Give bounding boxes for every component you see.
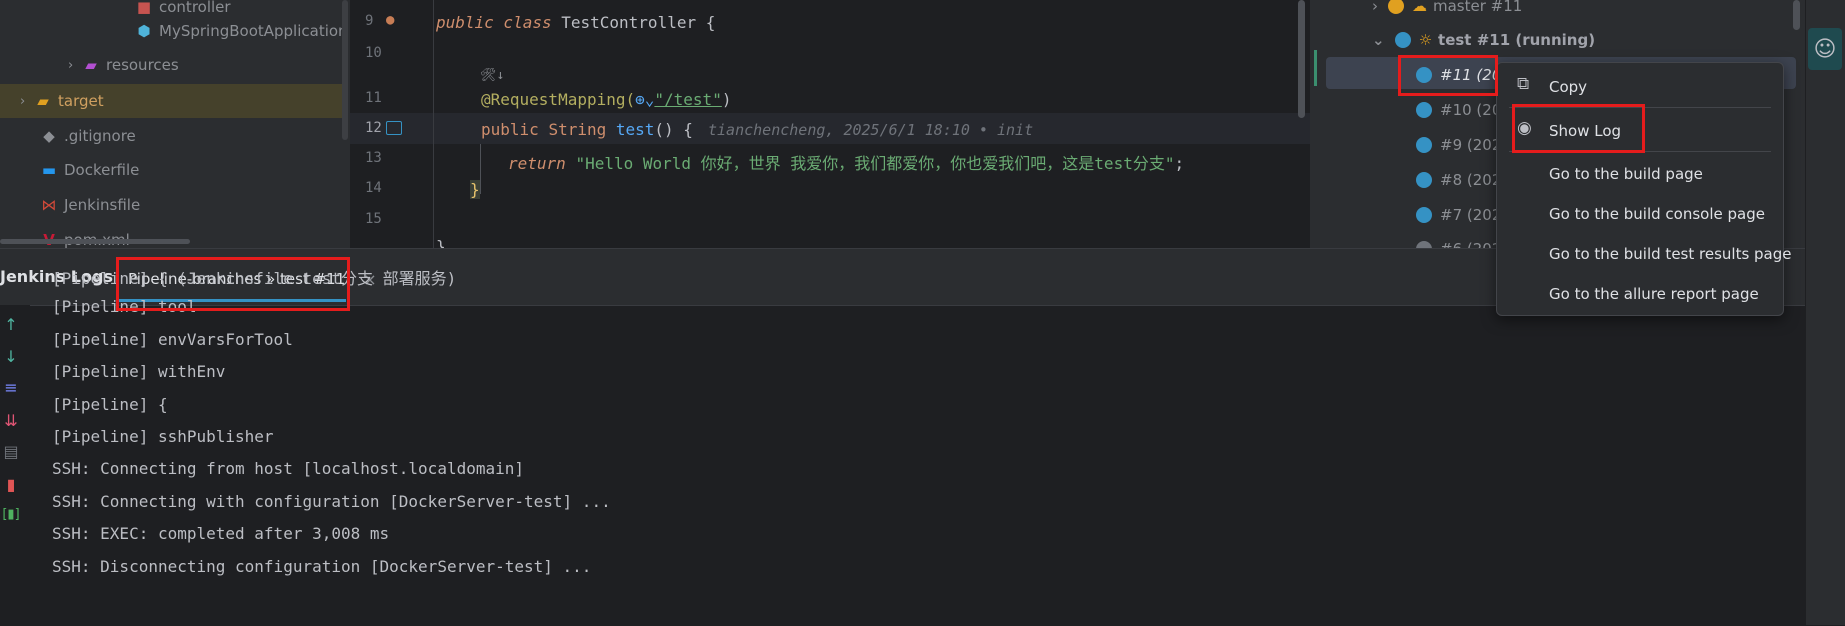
line-number: 9: [365, 13, 374, 29]
log-line: SSH: Connecting from host [localhost.loc…: [52, 459, 525, 478]
gutter-endpoint-icon[interactable]: [386, 121, 402, 135]
log-line: [Pipeline] withEnv: [52, 362, 226, 381]
trash-icon[interactable]: ▮: [0, 475, 22, 494]
menu-test-results[interactable]: Go to the build test results page: [1549, 245, 1792, 263]
log-line: SSH: Disconnecting configuration [Docker…: [52, 557, 592, 576]
menu-build-page[interactable]: Go to the build page: [1549, 165, 1703, 183]
arrow-down-icon[interactable]: ↓: [0, 347, 22, 366]
tree-item-dockerfile[interactable]: ▬ Dockerfile: [40, 153, 340, 187]
status-dot-icon: [1388, 0, 1404, 14]
tree-vertical-scrollbar[interactable]: [342, 0, 348, 140]
log-line: [Pipeline] {: [52, 395, 168, 414]
menu-copy[interactable]: Copy: [1549, 78, 1587, 96]
highlight-box: [116, 257, 350, 311]
highlight-box: [1398, 55, 1498, 96]
inlay-hint[interactable]: 🛠↓: [480, 68, 504, 83]
status-dot-icon: [1416, 207, 1432, 223]
globe-icon[interactable]: ⊕⌄: [635, 90, 654, 109]
folder-icon: ▰: [37, 92, 49, 110]
java-class-icon: ⬢: [137, 22, 151, 40]
jenkins-tool-button[interactable]: ☺: [1808, 28, 1842, 70]
chevron-right-icon: ›: [20, 93, 26, 109]
log-line: [Pipeline] envVarsForTool: [52, 330, 293, 349]
tree-item-gitignore[interactable]: ◆ .gitignore: [40, 119, 340, 153]
docker-icon: ▬: [41, 161, 57, 179]
tree-horizontal-scrollbar[interactable]: [0, 239, 190, 244]
arrow-up-icon[interactable]: ↑: [0, 315, 22, 334]
tree-item-jenkinsfile[interactable]: ⋈ Jenkinsfile: [40, 188, 340, 222]
code-line-11: @RequestMapping(⊕⌄"/test"): [481, 90, 732, 109]
code-line-13: return "Hello World 你好，世界 我爱你，我们都爱你，你也爱我…: [508, 154, 1185, 173]
git-blame-annotation[interactable]: tianchencheng, 2025/6/1 18:10 • init: [708, 121, 1033, 139]
menu-allure-report[interactable]: Go to the allure report page: [1549, 285, 1759, 303]
log-line: SSH: Connecting with configuration [Dock…: [52, 492, 611, 511]
editor-scrollbar[interactable]: [1298, 0, 1305, 118]
chevron-right-icon: ›: [1372, 0, 1378, 15]
tree-item-target[interactable]: › ▰ target: [0, 84, 342, 118]
log-line: SSH: EXEC: completed after 3,008 ms: [52, 524, 390, 543]
gutter-bean-icon[interactable]: ●: [386, 12, 394, 28]
line-number: 11: [365, 90, 382, 106]
log-toolbar: ↑ ↓ ≡ ⇊ ▤ ▮ [▮]: [0, 305, 30, 626]
pin-icon[interactable]: [▮]: [0, 507, 22, 522]
log-line: [Pipeline] sshPublisher: [52, 427, 274, 446]
build-master[interactable]: › ☁ master #11: [1372, 0, 1522, 15]
menu-console-page[interactable]: Go to the build console page: [1549, 205, 1765, 223]
weather-sunny-icon: ☼: [1418, 31, 1433, 49]
tree-item-myspringbootapplication[interactable]: ⬢ MySpringBootApplication: [135, 14, 350, 48]
build-test[interactable]: ⌄ ☼ test #11 (running): [1372, 31, 1595, 49]
project-tree: ■ controller ⬢ MySpringBootApplication ›…: [0, 0, 350, 248]
line-number: 14: [365, 180, 382, 196]
line-number: 15: [365, 211, 382, 227]
print-icon[interactable]: ▤: [0, 442, 22, 461]
jenkins-icon: ☺: [1813, 36, 1837, 62]
copy-icon: ⧉: [1517, 74, 1530, 94]
tree-item-pom[interactable]: V pom.xml: [40, 223, 340, 248]
scroll-end-icon[interactable]: ⇊: [0, 411, 22, 430]
chevron-down-icon: ⌄: [1372, 31, 1385, 49]
wrap-icon[interactable]: ≡: [0, 378, 22, 397]
build-context-menu: ⧉ Copy ◉ Show Log Go to the build page G…: [1496, 62, 1792, 316]
folder-icon: ▰: [85, 56, 97, 74]
status-dot-icon: [1416, 172, 1432, 188]
indent-guide: [480, 144, 481, 194]
status-dot-icon: [1416, 241, 1432, 248]
right-tool-strip: [1805, 0, 1845, 625]
weather-cloudy-icon: ☁: [1412, 0, 1427, 15]
tree-item-resources[interactable]: › ▰ resources: [68, 48, 348, 82]
jenkins-icon: ⋈: [41, 196, 57, 214]
line-number: 13: [365, 150, 382, 166]
gutter-divider: [433, 0, 434, 248]
code-line-9: public class TestController {: [436, 13, 716, 32]
panel-left-marker: [1314, 50, 1317, 86]
status-dot-icon: [1416, 137, 1432, 153]
status-dot-icon: [1416, 102, 1432, 118]
code-line-12: public String test() {: [481, 120, 693, 139]
status-dot-icon: [1394, 32, 1411, 48]
chevron-right-icon: ›: [68, 57, 74, 73]
highlight-box: [1512, 104, 1645, 153]
code-editor[interactable]: 9 ● 10 11 12 13 14 15 public class TestC…: [350, 0, 1310, 248]
code-line-14: }: [470, 180, 480, 199]
code-line-16: }: [436, 237, 446, 248]
git-icon: ◆: [43, 127, 55, 145]
line-number: 10: [365, 45, 382, 61]
panel-scrollbar[interactable]: [1793, 0, 1800, 30]
